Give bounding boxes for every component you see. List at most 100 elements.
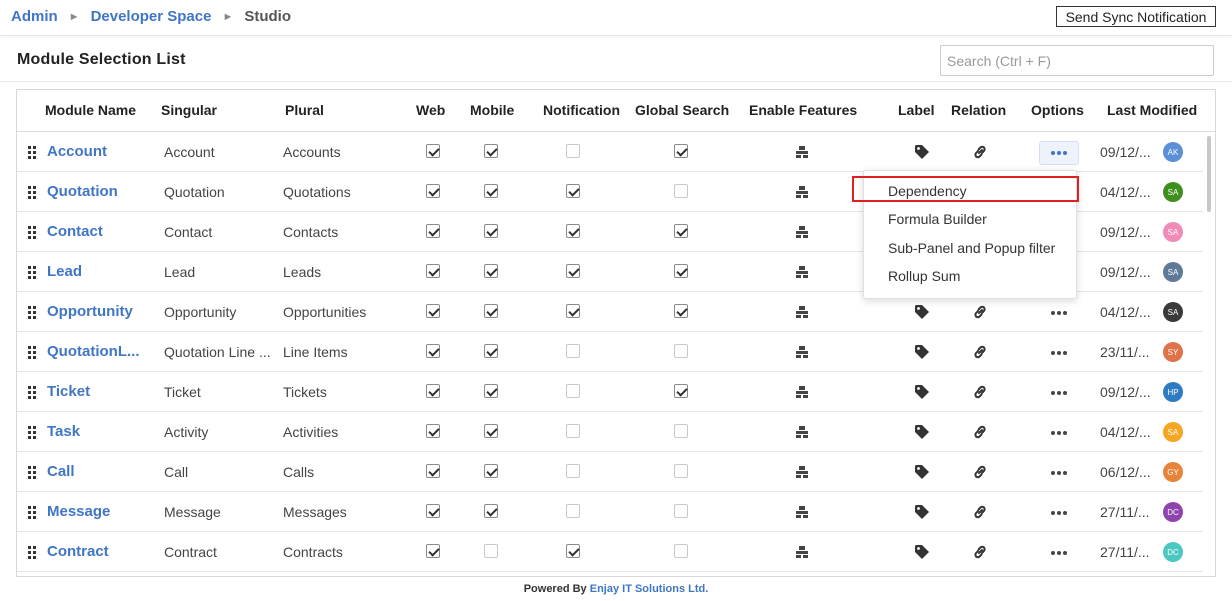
enable-features-icon[interactable] [794, 144, 810, 160]
link-icon[interactable] [972, 504, 988, 520]
web-checkbox[interactable] [426, 264, 440, 278]
notification-checkbox[interactable] [566, 464, 580, 478]
global-search-checkbox[interactable] [674, 184, 688, 198]
global-search-checkbox[interactable] [674, 344, 688, 358]
mobile-checkbox[interactable] [484, 544, 498, 558]
column-header-plural[interactable]: Plural [285, 102, 324, 118]
web-checkbox[interactable] [426, 344, 440, 358]
link-icon[interactable] [972, 344, 988, 360]
module-name-link[interactable]: Opportunity [47, 303, 133, 320]
mobile-checkbox[interactable] [484, 264, 498, 278]
search-input[interactable] [940, 45, 1214, 76]
module-name-link[interactable]: Contract [47, 543, 109, 560]
enable-features-icon[interactable] [794, 264, 810, 280]
options-ellipsis-button[interactable] [1039, 141, 1079, 165]
notification-checkbox[interactable] [566, 544, 580, 558]
web-checkbox[interactable] [426, 384, 440, 398]
tag-icon[interactable] [914, 304, 930, 320]
column-header-relation[interactable]: Relation [951, 102, 1006, 118]
enable-features-icon[interactable] [794, 344, 810, 360]
enable-features-icon[interactable] [794, 424, 810, 440]
enable-features-icon[interactable] [794, 224, 810, 240]
web-checkbox[interactable] [426, 504, 440, 518]
web-checkbox[interactable] [426, 464, 440, 478]
global-search-checkbox[interactable] [674, 504, 688, 518]
enable-features-icon[interactable] [794, 384, 810, 400]
link-icon[interactable] [972, 144, 988, 160]
menu-item-rollup-sum[interactable]: Rollup Sum [888, 268, 960, 284]
send-sync-notification-button[interactable]: Send Sync Notification [1056, 6, 1216, 27]
menu-item-sub-panel-popup-filter[interactable]: Sub-Panel and Popup filter [888, 240, 1055, 256]
notification-checkbox[interactable] [566, 424, 580, 438]
enable-features-icon[interactable] [794, 184, 810, 200]
tag-icon[interactable] [914, 424, 930, 440]
drag-handle-icon[interactable] [28, 146, 37, 159]
notification-checkbox[interactable] [566, 224, 580, 238]
tag-icon[interactable] [914, 464, 930, 480]
enable-features-icon[interactable] [794, 504, 810, 520]
web-checkbox[interactable] [426, 144, 440, 158]
drag-handle-icon[interactable] [28, 466, 37, 479]
column-header-web[interactable]: Web [416, 102, 445, 118]
global-search-checkbox[interactable] [674, 264, 688, 278]
menu-item-formula-builder[interactable]: Formula Builder [888, 211, 987, 227]
mobile-checkbox[interactable] [484, 504, 498, 518]
link-icon[interactable] [972, 424, 988, 440]
table-row[interactable]: Call Call Calls 06/12/... GY [17, 452, 1203, 492]
tag-icon[interactable] [914, 344, 930, 360]
mobile-checkbox[interactable] [484, 304, 498, 318]
global-search-checkbox[interactable] [674, 144, 688, 158]
breadcrumb-admin[interactable]: Admin [11, 8, 58, 25]
module-name-link[interactable]: Contact [47, 223, 103, 240]
drag-handle-icon[interactable] [28, 386, 37, 399]
module-name-link[interactable]: Ticket [47, 383, 90, 400]
breadcrumb-developer-space[interactable]: Developer Space [91, 8, 212, 25]
notification-checkbox[interactable] [566, 144, 580, 158]
module-name-link[interactable]: Lead [47, 263, 82, 280]
tag-icon[interactable] [914, 504, 930, 520]
web-checkbox[interactable] [426, 224, 440, 238]
drag-handle-icon[interactable] [28, 426, 37, 439]
notification-checkbox[interactable] [566, 504, 580, 518]
table-row[interactable]: Account Account Accounts 09/12/... AK [17, 132, 1203, 172]
table-row[interactable]: Message Message Messages 27/11/... DC [17, 492, 1203, 532]
module-name-link[interactable]: Message [47, 503, 110, 520]
drag-handle-icon[interactable] [28, 186, 37, 199]
notification-checkbox[interactable] [566, 384, 580, 398]
drag-handle-icon[interactable] [28, 306, 37, 319]
options-ellipsis-button[interactable] [1039, 461, 1079, 485]
web-checkbox[interactable] [426, 184, 440, 198]
table-row[interactable]: Ticket Ticket Tickets 09/12/... HP [17, 372, 1203, 412]
column-header-mobile[interactable]: Mobile [470, 102, 514, 118]
enable-features-icon[interactable] [794, 464, 810, 480]
link-icon[interactable] [972, 384, 988, 400]
link-icon[interactable] [972, 544, 988, 560]
notification-checkbox[interactable] [566, 344, 580, 358]
scrollbar[interactable] [1207, 136, 1211, 212]
mobile-checkbox[interactable] [484, 344, 498, 358]
options-ellipsis-button[interactable] [1039, 541, 1079, 565]
link-icon[interactable] [972, 464, 988, 480]
module-name-link[interactable]: Task [47, 423, 80, 440]
mobile-checkbox[interactable] [484, 424, 498, 438]
drag-handle-icon[interactable] [28, 266, 37, 279]
web-checkbox[interactable] [426, 544, 440, 558]
options-ellipsis-button[interactable] [1039, 341, 1079, 365]
options-ellipsis-button[interactable] [1039, 301, 1079, 325]
column-header-last-modified[interactable]: Last Modified [1107, 102, 1197, 118]
table-row[interactable]: Task Activity Activities 04/12/... SA [17, 412, 1203, 452]
column-header-module-name[interactable]: Module Name [45, 102, 136, 118]
tag-icon[interactable] [914, 544, 930, 560]
enable-features-icon[interactable] [794, 304, 810, 320]
global-search-checkbox[interactable] [674, 384, 688, 398]
enable-features-icon[interactable] [794, 544, 810, 560]
mobile-checkbox[interactable] [484, 144, 498, 158]
web-checkbox[interactable] [426, 424, 440, 438]
options-ellipsis-button[interactable] [1039, 381, 1079, 405]
mobile-checkbox[interactable] [484, 384, 498, 398]
global-search-checkbox[interactable] [674, 464, 688, 478]
notification-checkbox[interactable] [566, 184, 580, 198]
global-search-checkbox[interactable] [674, 544, 688, 558]
column-header-options[interactable]: Options [1031, 102, 1084, 118]
tag-icon[interactable] [914, 144, 930, 160]
